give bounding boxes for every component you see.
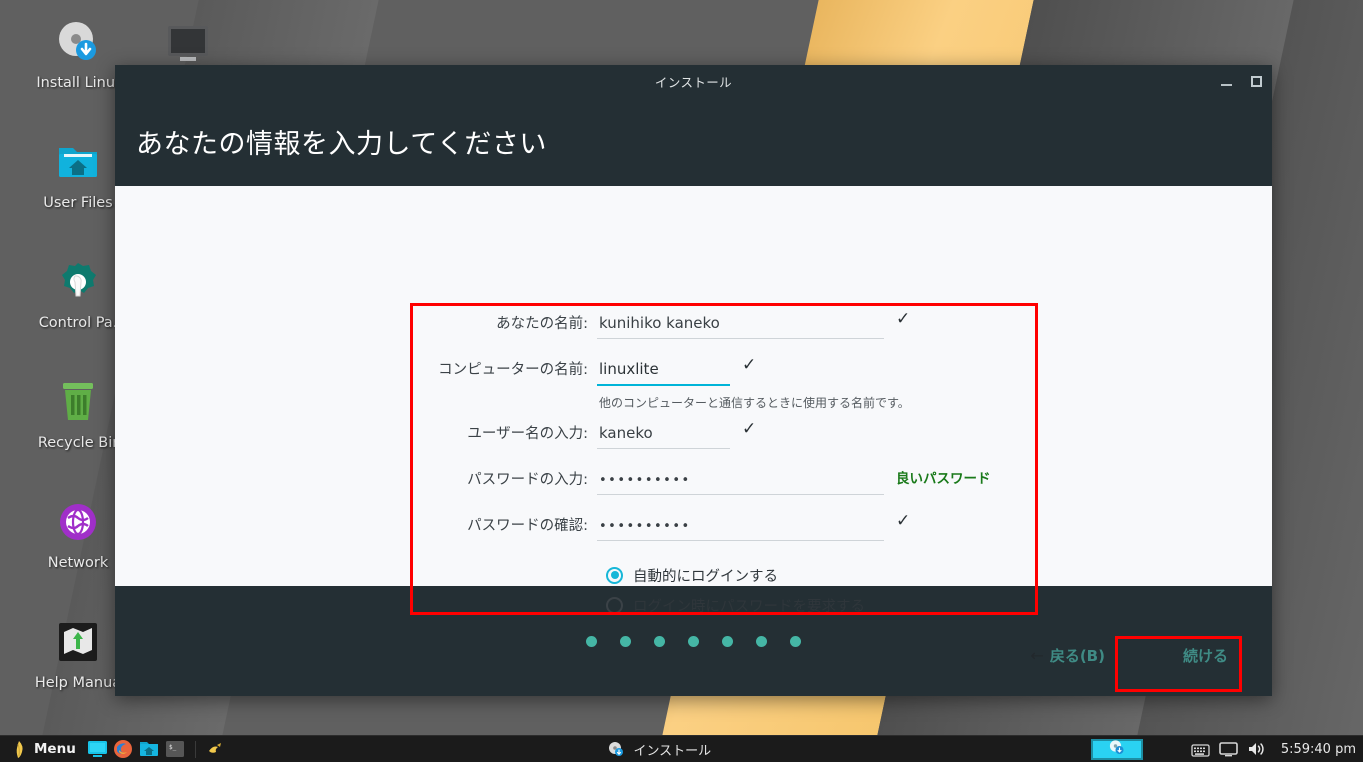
trash-bin-icon xyxy=(54,378,102,426)
confirm-password-field-wrap: ✓ xyxy=(597,513,910,541)
volume-icon[interactable] xyxy=(1243,736,1271,762)
login-option-label: ログイン時にパスワードを要求する xyxy=(633,598,865,615)
taskbar: Menu $_ インストール 5:59:40 pm xyxy=(0,735,1363,762)
file-manager-icon[interactable] xyxy=(139,739,160,760)
terminal-icon[interactable]: $_ xyxy=(165,739,186,760)
login-option-label: 自動的にログインする xyxy=(633,568,778,585)
active-task-label: インストール xyxy=(633,743,712,759)
form-row-password: パスワードの入力: 良いパスワード xyxy=(115,468,1272,512)
home-folder-icon xyxy=(54,138,102,186)
radio-require-password-icon[interactable] xyxy=(606,596,623,614)
radio-autologin-icon[interactable] xyxy=(606,566,623,584)
svg-text:$_: $_ xyxy=(169,744,177,751)
menu-button-label: Menu xyxy=(34,741,76,757)
globe-network-icon xyxy=(54,498,102,546)
check-icon: ✓ xyxy=(742,419,757,439)
install-disc-icon xyxy=(54,18,102,66)
desktop-icon-label: Help Manua xyxy=(34,675,122,691)
slideshow-dot[interactable] xyxy=(756,635,767,647)
form-row-fullname: あなたの名前: ✓ xyxy=(115,311,1272,356)
slideshow-dot[interactable] xyxy=(790,635,801,647)
password-strength-label: 良いパスワード xyxy=(896,471,991,487)
install-disc-icon xyxy=(1108,739,1125,760)
taskbar-active-task[interactable]: インストール xyxy=(226,739,1091,760)
username-status: ✓ xyxy=(742,421,756,438)
fullname-field-wrap: ✓ xyxy=(597,311,910,339)
username-label: ユーザー名の入力: xyxy=(467,426,588,442)
clock[interactable]: 5:59:40 pm xyxy=(1281,742,1356,757)
back-button[interactable]: ← 戻る(B) xyxy=(1030,645,1105,666)
slideshow-dot[interactable] xyxy=(620,635,631,647)
menu-feather-icon xyxy=(8,739,29,760)
keyboard-icon[interactable] xyxy=(1187,736,1215,762)
page-header: あなたの情報を入力してください xyxy=(115,97,1272,186)
footer-buttons: ← 戻る(B) 続ける xyxy=(1030,643,1242,668)
form-row-confirm-password: パスワードの確認: ✓ xyxy=(115,513,1272,558)
desktop-icon-label: Control Pa. xyxy=(38,315,118,331)
slideshow-dot[interactable] xyxy=(586,635,597,647)
slideshow-dot[interactable] xyxy=(722,635,733,647)
display-icon[interactable] xyxy=(87,739,108,760)
password-strength-wrap: 良いパスワード xyxy=(896,467,991,487)
password-field-wrap: 良いパスワード xyxy=(597,469,991,495)
content-area: あなたの名前: ✓ コンピューターの名前: ✓ xyxy=(115,186,1272,692)
hostname-input[interactable] xyxy=(597,360,730,386)
check-icon: ✓ xyxy=(742,355,757,375)
minimize-icon[interactable] xyxy=(1218,73,1234,89)
continue-button-label: 続ける xyxy=(1182,647,1228,665)
installer-window: インストール あなたの情報を入力してください あなたの名前: ✓ xyxy=(115,65,1272,696)
window-controls xyxy=(1218,65,1264,97)
taskbar-separator xyxy=(194,740,196,758)
password-label: パスワードの入力: xyxy=(467,472,588,488)
hostname-hint: 他のコンピューターと通信するときに使用する名前です。 xyxy=(599,396,910,410)
fullname-input[interactable] xyxy=(597,314,884,339)
install-disc-icon xyxy=(605,739,626,760)
menu-button[interactable]: Menu xyxy=(6,737,82,762)
password-input[interactable] xyxy=(597,473,884,495)
monitor-decoration-icon xyxy=(166,24,210,68)
username-field-wrap: ✓ xyxy=(597,421,756,449)
map-help-icon xyxy=(54,618,102,666)
desktop-icon-label: Install Linu. xyxy=(36,75,120,91)
back-button-label: 戻る(B) xyxy=(1049,647,1105,665)
tasklist-button-install[interactable] xyxy=(1090,738,1143,760)
window-titlebar[interactable]: インストール xyxy=(115,65,1272,97)
slideshow-dots xyxy=(586,635,801,647)
fullname-label: あなたの名前: xyxy=(496,316,588,332)
arrow-left-icon: ← xyxy=(1030,646,1044,665)
firefox-icon[interactable] xyxy=(113,739,134,760)
confirm-password-status: ✓ xyxy=(896,513,910,530)
desktop-icon-label: Network xyxy=(47,555,109,571)
slideshow-dot[interactable] xyxy=(688,635,699,647)
hostname-status: ✓ xyxy=(742,357,756,374)
page-title: あなたの情報を入力してください xyxy=(136,129,547,160)
display-icon[interactable] xyxy=(1215,736,1243,762)
username-input[interactable] xyxy=(597,424,730,449)
maximize-icon[interactable] xyxy=(1248,73,1264,89)
window-title: インストール xyxy=(654,74,733,90)
taskbar-tray: 5:59:40 pm xyxy=(1090,736,1363,762)
taskbar-launchers: Menu $_ xyxy=(0,736,226,762)
confirm-password-label: パスワードの確認: xyxy=(467,518,588,534)
login-option-autologin[interactable]: 自動的にログインする xyxy=(606,560,1272,590)
xfce-app-icon[interactable] xyxy=(205,739,226,760)
desktop[interactable]: Install Linu. User Files Control Pa. Rec… xyxy=(0,0,1363,762)
login-option-require-password[interactable]: ログイン時にパスワードを要求する xyxy=(606,590,1272,620)
confirm-password-input[interactable] xyxy=(597,519,884,541)
check-icon: ✓ xyxy=(896,309,911,329)
hostname-field-wrap: ✓ xyxy=(597,357,756,386)
gear-wrench-icon xyxy=(54,258,102,306)
desktop-icon-label: User Files xyxy=(43,195,113,211)
desktop-icon-label: Recycle Bir xyxy=(37,435,119,451)
fullname-status: ✓ xyxy=(896,311,910,328)
continue-button[interactable]: 続ける xyxy=(1169,643,1242,668)
check-icon: ✓ xyxy=(896,511,911,531)
slideshow-dot[interactable] xyxy=(654,635,665,647)
form-row-username: ユーザー名の入力: ✓ xyxy=(115,421,1272,466)
user-info-form: あなたの名前: ✓ コンピューターの名前: ✓ xyxy=(115,311,1272,620)
hostname-label: コンピューターの名前: xyxy=(438,362,588,378)
